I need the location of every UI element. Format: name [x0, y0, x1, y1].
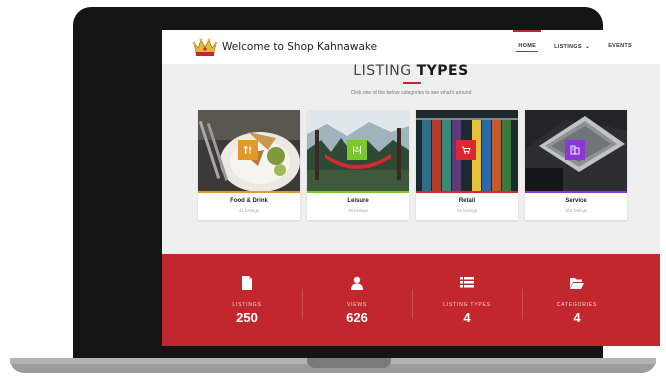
card-count: 26 listings — [347, 208, 368, 213]
title-divider — [403, 82, 421, 84]
stat-value: 250 — [236, 310, 258, 325]
section-subtitle: Click one of the below categories to see… — [350, 90, 472, 96]
category-card-service[interactable]: Service 163 listings — [525, 110, 627, 220]
category-card-retail[interactable]: Retail 54 listings — [416, 110, 518, 220]
card-title: Retail — [458, 198, 476, 204]
stat-value: 4 — [573, 310, 581, 325]
hammock-icon — [347, 140, 367, 160]
section-title-bold: TYPES — [416, 63, 469, 79]
main-nav: HOME LISTINGS ⌄ EVENTS — [513, 30, 634, 52]
nav-events[interactable]: EVENTS — [606, 43, 634, 52]
card-title: Service — [565, 198, 587, 204]
stat-label: LISTINGS — [232, 302, 262, 308]
section-title: LISTING TYPES — [162, 63, 660, 79]
section-title-light: LISTING — [353, 63, 412, 79]
user-icon — [351, 276, 363, 290]
stat-label: LISTING TYPES — [443, 302, 491, 308]
screen: Welcome to Shop Kahnawake HOME LISTINGS ⌄… — [162, 30, 660, 346]
stat-value: 4 — [463, 310, 471, 325]
chevron-down-icon: ⌄ — [584, 44, 591, 50]
leisure-color-strip — [307, 191, 409, 193]
laptop-frame: Welcome to Shop Kahnawake HOME LISTINGS ⌄… — [73, 7, 660, 363]
stat-views: VIEWS 626 — [302, 254, 412, 346]
folder-open-icon — [570, 278, 584, 289]
nav-listings-label: LISTINGS — [554, 44, 582, 50]
stat-label: CATEGORIES — [556, 302, 598, 308]
food-drink-color-strip — [198, 191, 300, 193]
category-card-food-drink[interactable]: Food & Drink 41 listings — [198, 110, 300, 220]
card-count: 54 listings — [456, 208, 477, 213]
stat-value: 626 — [346, 310, 368, 325]
site-title[interactable]: Welcome to Shop Kahnawake — [222, 41, 377, 53]
stat-listing-types: LISTING TYPES 4 — [412, 254, 522, 346]
retail-color-strip — [416, 191, 518, 193]
laptop-base — [10, 358, 656, 373]
service-color-strip — [525, 191, 627, 193]
stat-categories: CATEGORIES 4 — [522, 254, 632, 346]
category-card-leisure[interactable]: Leisure 26 listings — [307, 110, 409, 220]
list-icon — [460, 277, 474, 288]
card-count: 41 listings — [238, 208, 259, 213]
stat-listings: LISTINGS 250 — [192, 254, 302, 346]
laptop-notch — [307, 358, 391, 368]
cutlery-icon — [238, 140, 258, 160]
shopping-cart-icon — [456, 140, 476, 160]
nav-home[interactable]: HOME — [513, 30, 541, 52]
file-icon — [242, 276, 252, 290]
card-count: 163 listings — [564, 208, 588, 213]
card-title: Leisure — [347, 198, 369, 204]
stats-band: LISTINGS 250 VIEWS 626 LISTING TYPES 4 C… — [162, 254, 660, 346]
crown-logo-icon[interactable] — [192, 36, 218, 58]
nav-listings[interactable]: LISTINGS ⌄ — [552, 43, 592, 52]
building-icon — [565, 140, 585, 160]
card-title: Food & Drink — [230, 198, 268, 204]
stat-label: VIEWS — [346, 302, 368, 308]
site-header: Welcome to Shop Kahnawake HOME LISTINGS ⌄… — [162, 30, 660, 65]
